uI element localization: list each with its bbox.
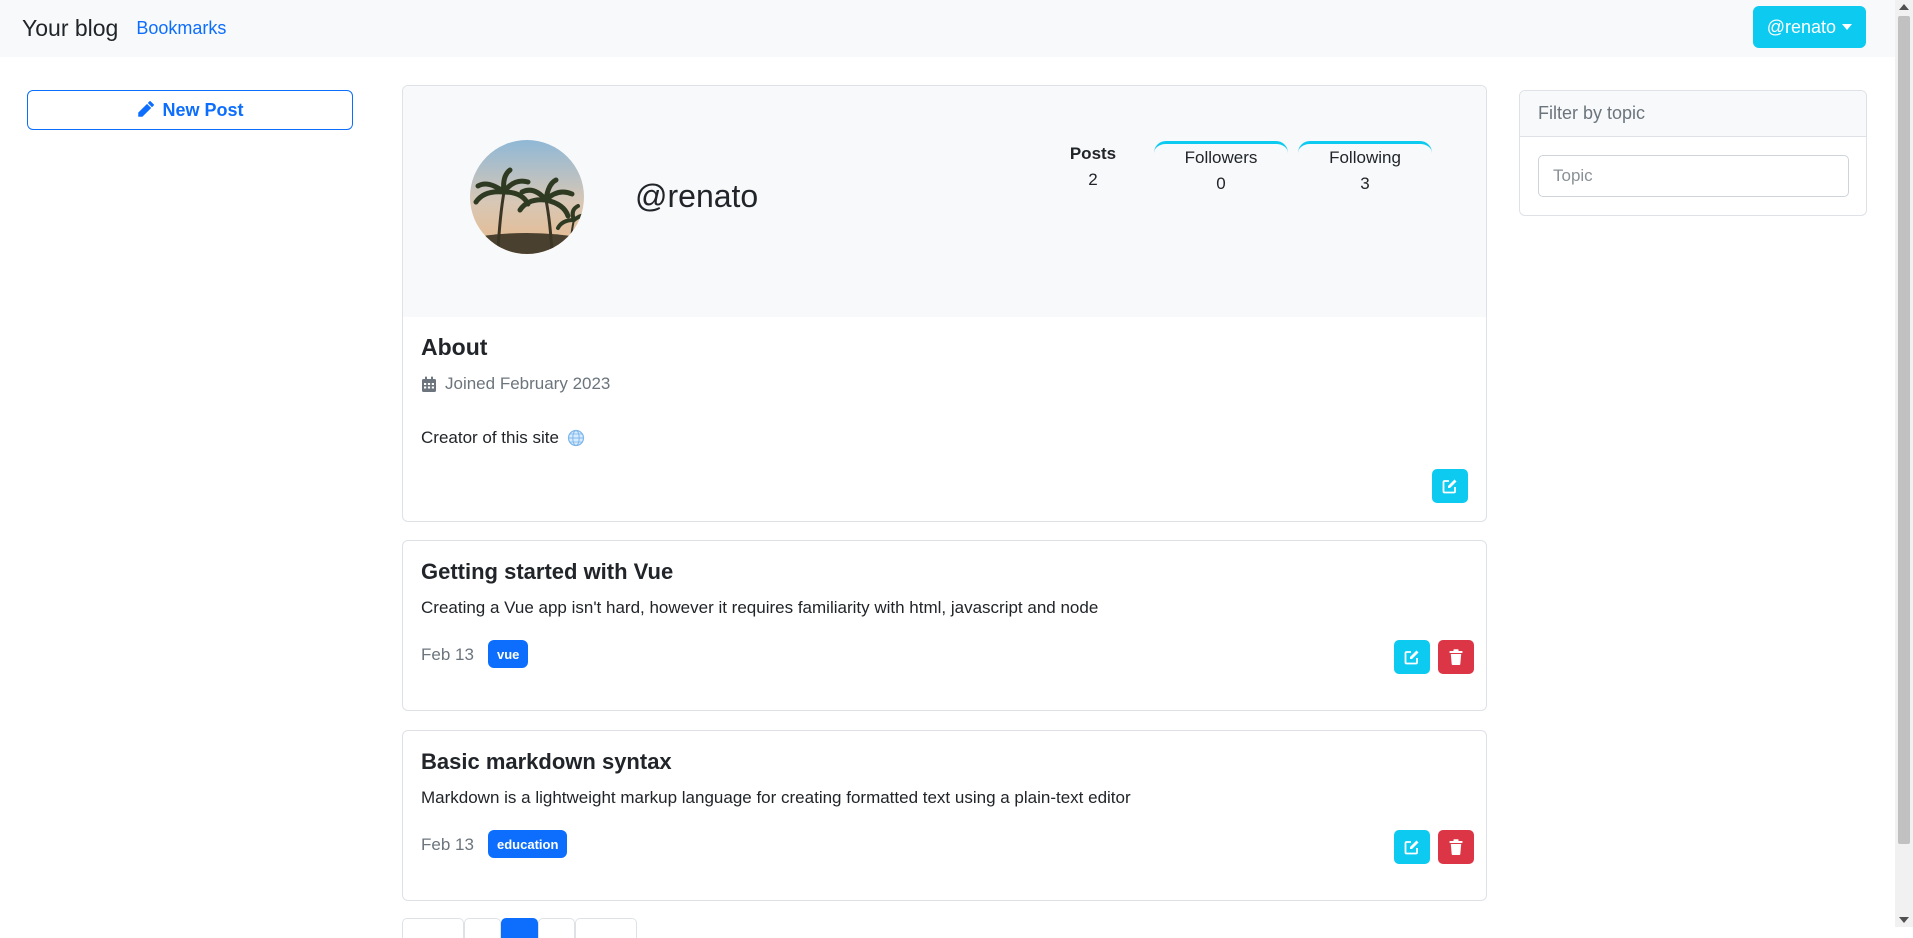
edit-icon bbox=[1442, 479, 1457, 494]
stat-followers-label: Followers bbox=[1184, 148, 1258, 167]
profile-card: @renato Posts 2 Followers 0 Following 3 … bbox=[402, 85, 1487, 522]
user-menu-label: @renato bbox=[1766, 16, 1836, 37]
caret-down-icon bbox=[1842, 24, 1852, 30]
scroll-thumb[interactable] bbox=[1898, 16, 1910, 844]
page-prev[interactable] bbox=[402, 918, 464, 938]
stat-followers-value: 0 bbox=[1216, 174, 1226, 193]
calendar-icon bbox=[422, 376, 436, 392]
post-title[interactable]: Basic markdown syntax bbox=[421, 749, 672, 775]
brand-link[interactable]: Your blog bbox=[22, 15, 118, 42]
post-date: Feb 13 bbox=[421, 835, 474, 854]
edit-profile-button[interactable] bbox=[1432, 469, 1468, 503]
new-post-label: New Post bbox=[162, 99, 244, 120]
trash-icon bbox=[1449, 839, 1463, 855]
filter-heading: Filter by topic bbox=[1520, 91, 1866, 137]
scroll-up-icon[interactable] bbox=[1899, 4, 1909, 10]
pagination bbox=[402, 918, 637, 938]
avatar bbox=[470, 140, 584, 254]
edit-post-button[interactable] bbox=[1394, 640, 1430, 674]
page-item-active[interactable] bbox=[501, 918, 538, 938]
page-next[interactable] bbox=[575, 918, 637, 938]
stat-posts-value: 2 bbox=[1088, 170, 1098, 189]
stat-followers-tab[interactable]: Followers 0 bbox=[1154, 141, 1288, 193]
post-tag-badge[interactable]: vue bbox=[488, 640, 529, 668]
top-navbar: Your blog Bookmarks @renato bbox=[0, 0, 1895, 57]
post-description: Markdown is a lightweight markup languag… bbox=[421, 788, 1131, 807]
scroll-down-icon[interactable] bbox=[1899, 917, 1909, 923]
profile-bio: Creator of this site bbox=[421, 428, 585, 448]
post-description: Creating a Vue app isn't hard, however i… bbox=[421, 598, 1099, 617]
user-menu-button[interactable]: @renato bbox=[1752, 6, 1866, 48]
stat-following-tab[interactable]: Following 3 bbox=[1298, 141, 1432, 193]
bookmarks-link[interactable]: Bookmarks bbox=[136, 18, 226, 39]
about-heading: About bbox=[421, 334, 488, 360]
bio-text: Creator of this site bbox=[421, 428, 559, 447]
globe-icon[interactable] bbox=[567, 429, 585, 447]
profile-header: @renato Posts 2 Followers 0 Following 3 bbox=[403, 86, 1486, 317]
post-date: Feb 13 bbox=[421, 645, 474, 664]
stat-posts: Posts 2 bbox=[1048, 144, 1138, 190]
delete-post-button[interactable] bbox=[1438, 830, 1474, 864]
post-card[interactable]: Getting started with Vue Creating a Vue … bbox=[402, 540, 1487, 711]
pencil-icon bbox=[138, 101, 155, 117]
joined-text: Joined February 2023 bbox=[445, 374, 611, 393]
stat-following-label: Following bbox=[1329, 148, 1401, 167]
page-scrollbar[interactable] bbox=[1895, 0, 1913, 927]
edit-icon bbox=[1404, 650, 1419, 665]
new-post-button[interactable]: New Post bbox=[27, 90, 353, 130]
stat-following-value: 3 bbox=[1360, 174, 1370, 193]
profile-username: @renato bbox=[635, 178, 759, 214]
topic-input[interactable] bbox=[1538, 155, 1849, 197]
post-title[interactable]: Getting started with Vue bbox=[421, 559, 673, 585]
filter-card: Filter by topic bbox=[1519, 90, 1867, 216]
post-tag-badge[interactable]: education bbox=[488, 830, 568, 858]
page-item[interactable] bbox=[464, 918, 501, 938]
stat-posts-label: Posts bbox=[1069, 144, 1117, 163]
page-item[interactable] bbox=[538, 918, 575, 938]
post-card[interactable]: Basic markdown syntax Markdown is a ligh… bbox=[402, 730, 1487, 901]
trash-icon bbox=[1449, 649, 1463, 665]
edit-icon bbox=[1404, 840, 1419, 855]
edit-post-button[interactable] bbox=[1394, 830, 1430, 864]
joined-date: Joined February 2023 bbox=[421, 374, 610, 394]
delete-post-button[interactable] bbox=[1438, 640, 1474, 674]
